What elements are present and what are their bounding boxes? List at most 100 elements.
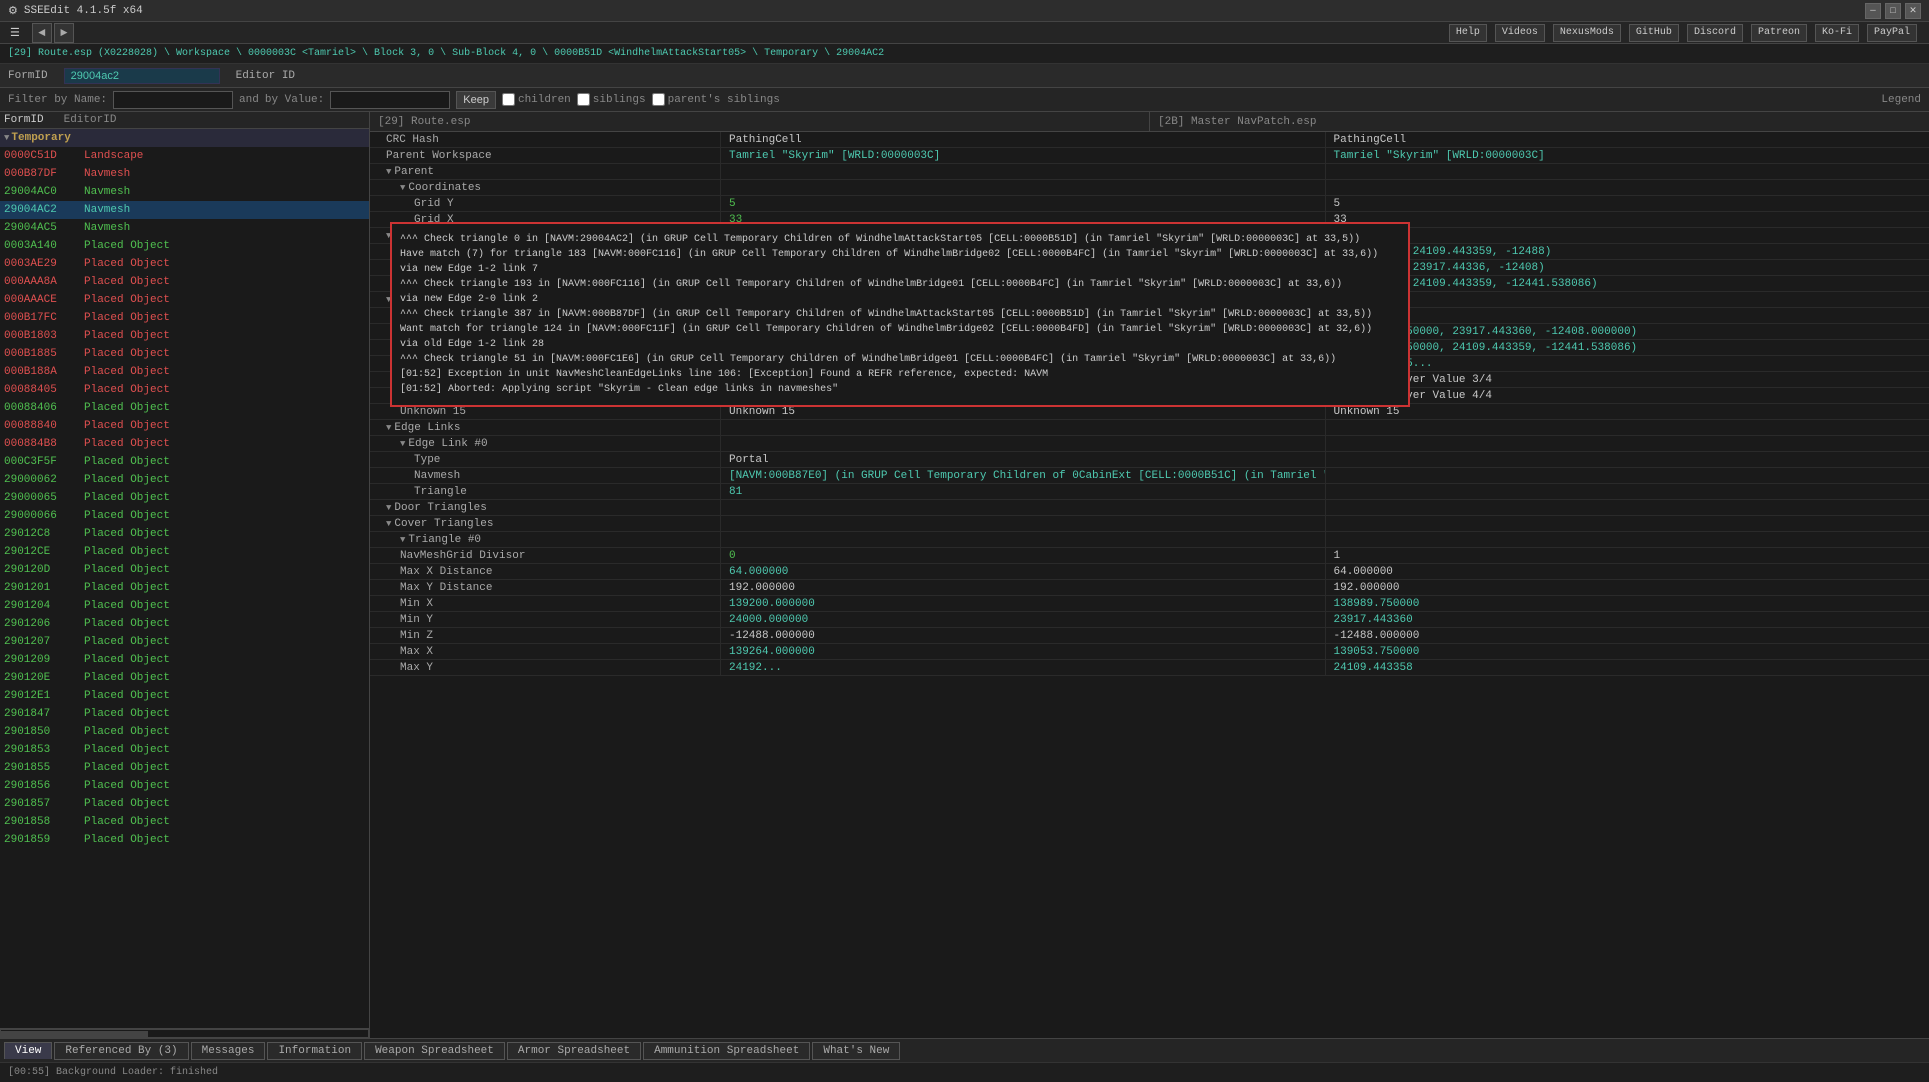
- tree-item[interactable]: 2901847 Placed Object: [0, 705, 369, 723]
- tree-item[interactable]: 000B1885 Placed Object: [0, 345, 369, 363]
- tree-item[interactable]: 2901207 Placed Object: [0, 633, 369, 651]
- tree-item[interactable]: 000AAACE Placed Object: [0, 291, 369, 309]
- siblings-checkbox-label[interactable]: siblings: [577, 93, 646, 106]
- table-row[interactable]: Grid Y 5 5: [370, 196, 1929, 212]
- tree-item[interactable]: 29004AC2 Navmesh: [0, 201, 369, 219]
- bottom-tab-information[interactable]: Information: [267, 1042, 362, 1060]
- minimize-button[interactable]: ─: [1865, 3, 1881, 19]
- tree-item[interactable]: 29012E1 Placed Object: [0, 687, 369, 705]
- children-checkbox[interactable]: [502, 93, 515, 106]
- scroll-thumb[interactable]: [1, 1031, 148, 1038]
- table-row[interactable]: Min X 139200.000000 138989.750000: [370, 596, 1929, 612]
- tree-item[interactable]: 0000C51D Landscape: [0, 147, 369, 165]
- nexusmods-button[interactable]: NexusMods: [1553, 24, 1621, 42]
- github-button[interactable]: GitHub: [1629, 24, 1679, 42]
- table-row[interactable]: Max Y Distance 192.000000 192.000000: [370, 580, 1929, 596]
- tree-item[interactable]: 29012C8 Placed Object: [0, 525, 369, 543]
- parents-siblings-checkbox[interactable]: [652, 93, 665, 106]
- tree-item[interactable]: 00088405 Placed Object: [0, 381, 369, 399]
- table-row[interactable]: CRC Hash PathingCell PathingCell: [370, 132, 1929, 148]
- children-checkbox-label[interactable]: children: [502, 93, 571, 106]
- table-row[interactable]: Navmesh [NAVM:000B87E0] (in GRUP Cell Te…: [370, 468, 1929, 484]
- keep-button[interactable]: Keep: [456, 91, 496, 109]
- tree-item[interactable]: 290120E Placed Object: [0, 669, 369, 687]
- tree-item[interactable]: 2901209 Placed Object: [0, 651, 369, 669]
- tree-item[interactable]: 2901853 Placed Object: [0, 741, 369, 759]
- filter-value-input[interactable]: [330, 91, 450, 109]
- menu-hamburger[interactable]: ☰: [4, 24, 26, 42]
- tree-item[interactable]: 000C3F5F Placed Object: [0, 453, 369, 471]
- back-button[interactable]: ◄: [32, 23, 52, 43]
- table-row[interactable]: ▼Triangle #0: [370, 532, 1929, 548]
- tree-item[interactable]: 2901201 Placed Object: [0, 579, 369, 597]
- tree-item[interactable]: 2901856 Placed Object: [0, 777, 369, 795]
- tree-item[interactable]: 29000065 Placed Object: [0, 489, 369, 507]
- siblings-checkbox[interactable]: [577, 93, 590, 106]
- videos-button[interactable]: Videos: [1495, 24, 1545, 42]
- tree-item[interactable]: 2901858 Placed Object: [0, 813, 369, 831]
- table-row[interactable]: Type Portal: [370, 452, 1929, 468]
- tree-item[interactable]: 000B1803 Placed Object: [0, 327, 369, 345]
- table-row[interactable]: Parent Workspace Tamriel "Skyrim" [WRLD:…: [370, 148, 1929, 164]
- tree-item[interactable]: 000B188A Placed Object: [0, 363, 369, 381]
- table-row[interactable]: NavMeshGrid Divisor 0 1: [370, 548, 1929, 564]
- tree-item[interactable]: 000884B8 Placed Object: [0, 435, 369, 453]
- table-row[interactable]: ▼Parent: [370, 164, 1929, 180]
- discord-button[interactable]: Discord: [1687, 24, 1743, 42]
- parents-siblings-checkbox-label[interactable]: parent's siblings: [652, 93, 780, 106]
- tree-item[interactable]: 00088406 Placed Object: [0, 399, 369, 417]
- legend-button[interactable]: Legend: [1881, 94, 1921, 106]
- forward-button[interactable]: ►: [54, 23, 74, 43]
- tree-container[interactable]: ▼ Temporary 0000C51D Landscape 000B87DF …: [0, 129, 369, 1028]
- tree-item[interactable]: 29000066 Placed Object: [0, 507, 369, 525]
- tree-item[interactable]: 290120D Placed Object: [0, 561, 369, 579]
- close-button[interactable]: ✕: [1905, 3, 1921, 19]
- table-row[interactable]: Min Y 24000.000000 23917.443360: [370, 612, 1929, 628]
- tree-item[interactable]: 29004AC5 Navmesh: [0, 219, 369, 237]
- left-scrollbar[interactable]: [0, 1028, 369, 1038]
- patreon-button[interactable]: Patreon: [1751, 24, 1807, 42]
- tree-item[interactable]: 29004AC0 Navmesh: [0, 183, 369, 201]
- tree-item[interactable]: 2901859 Placed Object: [0, 831, 369, 849]
- bottom-tab-view[interactable]: View: [4, 1042, 52, 1059]
- tree-editorid: Placed Object: [84, 294, 170, 306]
- table-row[interactable]: Min Z -12488.000000 -12488.000000: [370, 628, 1929, 644]
- bottom-tab-what-s-new[interactable]: What's New: [812, 1042, 900, 1060]
- kofi-button[interactable]: Ko-Fi: [1815, 24, 1859, 42]
- maximize-button[interactable]: □: [1885, 3, 1901, 19]
- scroll-track[interactable]: [0, 1029, 369, 1038]
- bottom-tab-referenced-by--3-[interactable]: Referenced By (3): [54, 1042, 188, 1060]
- tree-item[interactable]: 2901204 Placed Object: [0, 597, 369, 615]
- formid-input[interactable]: [64, 68, 220, 84]
- tree-item[interactable]: 0003A140 Placed Object: [0, 237, 369, 255]
- table-row[interactable]: Max Y 24192... 24109.443358: [370, 660, 1929, 676]
- table-row[interactable]: ▼Edge Links: [370, 420, 1929, 436]
- bottom-tab-weapon-spreadsheet[interactable]: Weapon Spreadsheet: [364, 1042, 505, 1060]
- tree-item[interactable]: 0003AE29 Placed Object: [0, 255, 369, 273]
- tree-item[interactable]: 2901850 Placed Object: [0, 723, 369, 741]
- left-col-editorid[interactable]: EditorID: [64, 114, 117, 126]
- bottom-tab-ammunition-spreadsheet[interactable]: Ammunition Spreadsheet: [643, 1042, 810, 1060]
- table-row[interactable]: Max X 139264.000000 139053.750000: [370, 644, 1929, 660]
- help-button[interactable]: Help: [1449, 24, 1487, 42]
- table-row[interactable]: ▼Door Triangles: [370, 500, 1929, 516]
- table-row[interactable]: ▼Cover Triangles: [370, 516, 1929, 532]
- tree-item[interactable]: 000AAA8A Placed Object: [0, 273, 369, 291]
- tree-item[interactable]: 2901855 Placed Object: [0, 759, 369, 777]
- left-col-formid[interactable]: FormID: [4, 114, 44, 126]
- table-row[interactable]: Max X Distance 64.000000 64.000000: [370, 564, 1929, 580]
- tree-item[interactable]: 2901206 Placed Object: [0, 615, 369, 633]
- table-row[interactable]: ▼Coordinates: [370, 180, 1929, 196]
- bottom-tab-messages[interactable]: Messages: [191, 1042, 266, 1060]
- tree-item[interactable]: 000B17FC Placed Object: [0, 309, 369, 327]
- bottom-tab-armor-spreadsheet[interactable]: Armor Spreadsheet: [507, 1042, 641, 1060]
- tree-item[interactable]: 000B87DF Navmesh: [0, 165, 369, 183]
- paypal-button[interactable]: PayPal: [1867, 24, 1917, 42]
- table-row[interactable]: ▼Edge Link #0: [370, 436, 1929, 452]
- tree-item[interactable]: 29000062 Placed Object: [0, 471, 369, 489]
- filter-name-input[interactable]: [113, 91, 233, 109]
- tree-item[interactable]: 2901857 Placed Object: [0, 795, 369, 813]
- tree-item[interactable]: 29012CE Placed Object: [0, 543, 369, 561]
- tree-item[interactable]: 00088840 Placed Object: [0, 417, 369, 435]
- table-row[interactable]: Triangle 81: [370, 484, 1929, 500]
